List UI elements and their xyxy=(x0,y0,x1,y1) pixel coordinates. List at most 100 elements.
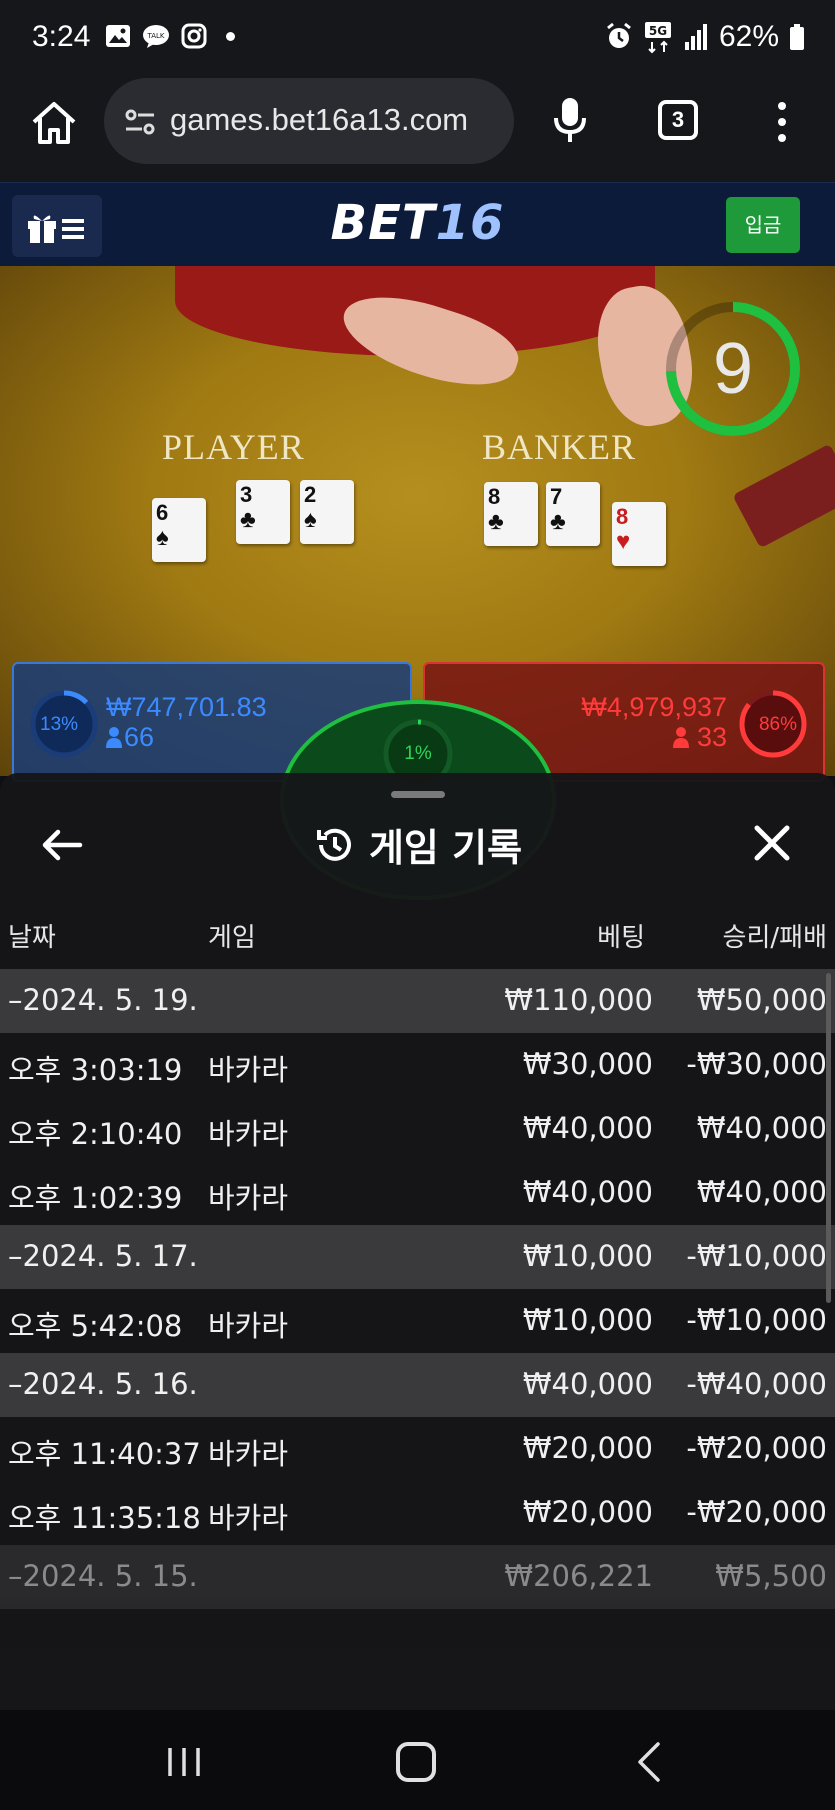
row-date: –2024. 5. 17. xyxy=(8,1239,198,1273)
game-history-sheet: 게임 기록 날짜 게임 베팅 승리/패배 –2024. 5. 19. ₩110,0… xyxy=(0,773,835,1710)
battery-icon xyxy=(790,24,804,50)
history-date-row[interactable]: –2024. 5. 16. ₩40,000 -₩40,000 xyxy=(0,1353,835,1417)
row-bet: ₩40,000 xyxy=(522,1175,653,1209)
row-date: 오후 11:40:37 xyxy=(8,1437,201,1471)
card-rank: 7 xyxy=(550,484,563,509)
history-row[interactable]: 오후 11:40:37 바카라 ₩20,000 -₩20,000 xyxy=(0,1417,835,1481)
row-result: ₩40,000 xyxy=(696,1175,827,1209)
bet-panels: 13% ₩747,701.83 66 86% ₩4,979,937 33 1% xyxy=(0,660,835,900)
status-bar: 3:24 TALK 5G 62% xyxy=(0,0,835,78)
row-bet: ₩20,000 xyxy=(522,1495,653,1529)
row-result: ₩40,000 xyxy=(696,1111,827,1145)
instagram-icon xyxy=(181,23,207,49)
history-icon xyxy=(316,828,351,861)
row-date: –2024. 5. 19. xyxy=(8,983,198,1017)
site-settings-icon[interactable] xyxy=(122,104,158,140)
address-bar[interactable]: games.bet16a13.com xyxy=(104,78,514,164)
row-bet: ₩30,000 xyxy=(522,1047,653,1081)
history-row[interactable]: 오후 3:03:19 바카라 ₩30,000 -₩30,000 xyxy=(0,1033,835,1097)
banker-label: BANKER xyxy=(482,427,637,467)
sheet-drag-handle[interactable] xyxy=(391,791,445,798)
row-bet: ₩110,000 xyxy=(504,983,653,1017)
recent-apps-icon[interactable] xyxy=(166,1746,202,1778)
status-time: 3:24 xyxy=(32,20,91,53)
history-table-body: –2024. 5. 19. ₩110,000 ₩50,000 오후 3:03:19 바카… xyxy=(0,969,835,1609)
history-date-row[interactable]: –2024. 5. 19. ₩110,000 ₩50,000 xyxy=(0,969,835,1033)
android-nav-bar xyxy=(0,1710,835,1810)
card-shoe xyxy=(732,443,835,549)
scrollbar[interactable] xyxy=(826,973,831,1303)
row-result: -₩20,000 xyxy=(686,1495,827,1529)
row-game: 바카라 xyxy=(208,1501,289,1535)
playing-card: 8 ♣ xyxy=(484,482,538,546)
row-result: -₩10,000 xyxy=(686,1303,827,1337)
home-icon[interactable] xyxy=(28,98,80,150)
playing-card: 6 ♠ xyxy=(152,498,206,562)
player-bettor-count: 66 xyxy=(124,722,155,752)
row-result: ₩5,500 xyxy=(715,1559,827,1593)
tab-switcher-button[interactable]: 3 xyxy=(658,100,698,140)
row-date: –2024. 5. 16. xyxy=(8,1367,198,1401)
history-row[interactable]: 오후 11:35:18 바카라 ₩20,000 -₩20,000 xyxy=(0,1481,835,1545)
card-rank: 8 xyxy=(616,504,629,529)
card-rank: 6 xyxy=(156,500,169,525)
row-date: 오후 2:10:40 xyxy=(8,1117,183,1151)
browser-menu-icon[interactable] xyxy=(772,98,792,144)
row-result: -₩10,000 xyxy=(686,1239,827,1273)
history-row[interactable]: 오후 2:10:40 바카라 ₩40,000 ₩40,000 xyxy=(0,1097,835,1161)
row-bet: ₩206,221 xyxy=(504,1559,653,1593)
card-suit: ♣ xyxy=(240,506,256,533)
playing-card: 2 ♠ xyxy=(300,480,354,544)
deposit-button[interactable]: 입금 xyxy=(726,197,800,253)
row-game: 바카라 xyxy=(208,1053,289,1087)
site-logo[interactable]: BET16 xyxy=(0,195,835,251)
history-row[interactable]: 오후 5:42:08 바카라 ₩10,000 -₩10,000 xyxy=(0,1289,835,1353)
card-rank: 2 xyxy=(304,482,317,507)
row-result: -₩30,000 xyxy=(686,1047,827,1081)
player-label: PLAYER xyxy=(162,427,305,467)
signal-icon xyxy=(684,24,707,50)
row-game: 바카라 xyxy=(208,1309,289,1343)
row-bet: ₩20,000 xyxy=(522,1431,653,1465)
row-game: 바카라 xyxy=(208,1117,289,1151)
column-game: 게임 xyxy=(208,923,256,953)
column-date: 날짜 xyxy=(8,923,56,953)
countdown-timer: 9 xyxy=(712,329,754,409)
gallery-icon xyxy=(106,25,130,47)
player-pct: 13% xyxy=(40,714,79,735)
close-icon[interactable] xyxy=(752,823,792,863)
card-suit: ♣ xyxy=(488,508,504,535)
column-result: 승리/패배 xyxy=(722,923,827,953)
alarm-icon xyxy=(607,22,631,48)
banker-total-amount: ₩4,979,937 xyxy=(581,692,727,722)
playing-card: 8 ♥ xyxy=(612,502,666,566)
row-bet: ₩10,000 xyxy=(522,1239,653,1273)
system-icons: 5G 62% xyxy=(605,20,805,54)
history-date-row[interactable]: –2024. 5. 17. ₩10,000 -₩10,000 xyxy=(0,1225,835,1289)
row-date: 오후 5:42:08 xyxy=(8,1309,183,1343)
url-text[interactable]: games.bet16a13.com xyxy=(170,102,505,138)
talk-icon: TALK xyxy=(143,25,169,48)
row-result: -₩40,000 xyxy=(686,1367,827,1401)
row-date: –2024. 5. 15. xyxy=(8,1559,198,1593)
player-user-icon xyxy=(106,727,122,748)
playing-card: 7 ♣ xyxy=(546,482,600,546)
row-bet: ₩40,000 xyxy=(522,1111,653,1145)
row-bet: ₩40,000 xyxy=(522,1367,653,1401)
player-total-amount: ₩747,701.83 xyxy=(106,692,267,722)
card-suit: ♠ xyxy=(156,524,169,551)
microphone-icon[interactable] xyxy=(552,96,588,144)
nav-home-button[interactable] xyxy=(396,1742,436,1782)
svg-text:5G: 5G xyxy=(649,24,667,38)
card-rank: 8 xyxy=(488,484,501,509)
history-title-text: 게임 기록 xyxy=(368,826,523,870)
card-rank: 3 xyxy=(240,482,253,507)
nav-back-icon[interactable] xyxy=(634,1742,664,1782)
battery-percent: 62% xyxy=(718,20,779,53)
card-suit: ♠ xyxy=(304,506,317,533)
card-suit: ♣ xyxy=(550,508,566,535)
site-header: BET16 입금 xyxy=(0,182,835,266)
row-date: 오후 3:03:19 xyxy=(8,1053,183,1087)
history-row[interactable]: 오후 1:02:39 바카라 ₩40,000 ₩40,000 xyxy=(0,1161,835,1225)
5g-icon: 5G xyxy=(644,22,671,54)
